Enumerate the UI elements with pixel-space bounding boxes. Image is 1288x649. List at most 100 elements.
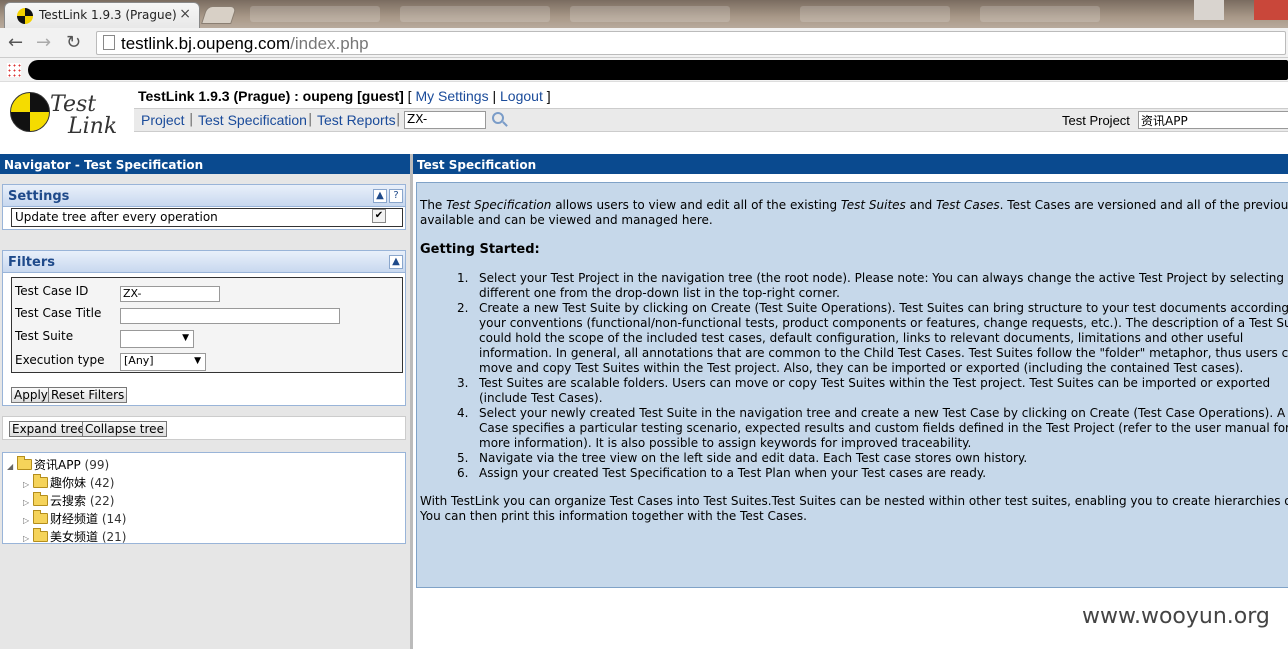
step-number: 5. (457, 451, 469, 465)
step-number: 1. (457, 271, 469, 285)
url-path: /index.php (290, 34, 369, 53)
chevron-down-icon: ▼ (194, 356, 201, 366)
forward-arrow-icon[interactable]: → (36, 32, 51, 53)
step-item: 6. Assign your created Test Specification… (457, 466, 1288, 481)
intro-line-1: The Test Specification allows users to v… (420, 198, 1288, 212)
step-number: 2. (457, 301, 469, 315)
intro-text: . Test Cases are versioned and all of th… (999, 198, 1288, 212)
tree-node-label: 趣你妹 (50, 476, 87, 490)
menu-project-link[interactable]: Project (141, 112, 185, 128)
outro-line-1: With TestLink you can organize Test Case… (420, 494, 1288, 508)
collapsed-icon[interactable]: ▷ (23, 498, 33, 507)
expanded-icon[interactable]: ◢ (7, 462, 17, 471)
update-tree-label: Update tree after every operation (15, 210, 218, 224)
blurred-tab[interactable] (800, 6, 950, 22)
intro-text: and (905, 198, 937, 212)
test-spec-tree: ◢ 资讯APP (99) ▷ 趣你妹 (42) ▷ 云搜索 (22) ▷ 财经频道 (1… (2, 452, 406, 544)
bracket-open: [ (403, 88, 416, 104)
back-arrow-icon[interactable]: ← (8, 32, 23, 53)
search-icon[interactable] (492, 112, 504, 124)
tree-node[interactable]: ▷ 云搜索 (22) (23, 492, 114, 510)
step-number: 3. (457, 376, 469, 390)
test-case-id-input[interactable]: ZX- (120, 286, 220, 302)
tree-node-count: (99) (84, 458, 110, 472)
step-line: move and copy Test Suites within the Tes… (479, 361, 1244, 375)
window-close-button[interactable] (1254, 0, 1288, 20)
address-bar[interactable]: testlink.bj.oupeng.com/index.php (96, 31, 1286, 55)
menu-test-specification-link[interactable]: Test Specification (198, 112, 307, 128)
step-line: Navigate via the tree view on the left s… (479, 451, 1028, 465)
tree-node-count: (14) (101, 512, 127, 526)
collapse-icon[interactable]: ▲ (373, 189, 387, 203)
collapsed-icon[interactable]: ▷ (23, 516, 33, 525)
help-icon[interactable]: ? (389, 189, 403, 203)
blurred-tab[interactable] (570, 6, 730, 22)
step-line: (include Test Cases). (479, 391, 603, 405)
collapse-icon[interactable]: ▲ (389, 255, 403, 269)
step-line: Case specifies a particular testing scen… (479, 421, 1288, 435)
step-item: 5. Navigate via the tree view on the left… (457, 451, 1288, 466)
test-suite-label: Test Suite (15, 329, 74, 343)
page-icon (103, 35, 115, 50)
blurred-tab[interactable] (980, 6, 1100, 22)
tree-node[interactable]: ▷ 美女频道 (21) (23, 528, 126, 546)
menu-separator: | (189, 112, 194, 127)
bracket-close: ] (542, 88, 551, 104)
bookmarks-bar (0, 58, 1288, 82)
browser-tab-active[interactable]: TestLink 1.9.3 (Prague) × (4, 2, 200, 28)
tree-node-label: 资讯APP (34, 458, 81, 472)
collapse-tree-button[interactable]: Collapse tree (82, 421, 167, 437)
my-settings-link[interactable]: My Settings (415, 88, 488, 104)
getting-started-steps: 1. Select your Test Project in the naviga… (457, 271, 1288, 481)
test-case-search-input[interactable]: ZX- (404, 111, 486, 129)
tree-node[interactable]: ▷ 趣你妹 (42) (23, 474, 114, 492)
collapsed-icon[interactable]: ▷ (23, 534, 33, 543)
tree-buttons-panel: Expand tree Collapse tree (2, 416, 406, 440)
logout-link[interactable]: Logout (500, 88, 543, 104)
tree-node[interactable]: ▷ 财经频道 (14) (23, 510, 126, 528)
menu-separator: | (308, 112, 313, 127)
apply-button[interactable]: Apply (11, 387, 51, 403)
logo-text-link: Link (68, 114, 118, 139)
execution-type-select[interactable]: [Any] ▼ (120, 353, 206, 371)
url-text: testlink.bj.oupeng.com/index.php (121, 34, 369, 54)
tree-node-label: 财经频道 (50, 512, 99, 526)
menu-test-reports-link[interactable]: Test Reports (317, 112, 396, 128)
update-tree-checkbox[interactable]: ✔ (372, 209, 386, 223)
test-project-select[interactable]: 资讯APP (1138, 111, 1288, 129)
testlink-logo: Test Link (10, 90, 120, 142)
blurred-tab[interactable] (400, 6, 550, 22)
test-spec-help: The Test Specification allows users to v… (416, 182, 1288, 588)
watermark: www.wooyun.org (1082, 604, 1270, 629)
folder-icon (33, 492, 48, 506)
step-number: 4. (457, 406, 469, 420)
folder-icon (33, 510, 48, 524)
tab-close-icon[interactable]: × (179, 6, 191, 22)
chevron-down-icon: ▼ (182, 333, 189, 343)
expand-tree-button[interactable]: Expand tree (9, 421, 88, 437)
reset-filters-button[interactable]: Reset Filters (48, 387, 128, 403)
filters-title: Filters (8, 255, 55, 270)
main-menu-bar: Project | Test Specification | Test Repo… (134, 108, 1288, 132)
browser-tab-bar: TestLink 1.9.3 (Prague) × (0, 0, 1288, 28)
folder-icon (33, 474, 48, 488)
window-minimize-button[interactable] (1194, 0, 1224, 20)
intro-text: The (420, 198, 447, 212)
intro-text: Test Suites (840, 198, 906, 212)
filters-header: Filters (3, 251, 405, 273)
step-item: 1. Select your Test Project in the naviga… (457, 271, 1288, 301)
tree-root-node[interactable]: ◢ 资讯APP (99) (7, 456, 109, 474)
blurred-tab[interactable] (250, 6, 380, 22)
test-suite-select[interactable]: ▼ (120, 330, 194, 348)
intro-text: Test Specification (446, 198, 552, 212)
apps-grid-icon[interactable] (7, 63, 21, 77)
new-tab-button[interactable] (201, 6, 237, 24)
execution-type-value: [Any] (124, 354, 154, 367)
reload-icon[interactable]: ↻ (66, 32, 81, 53)
tab-title: TestLink 1.9.3 (Prague) (39, 8, 177, 22)
step-line: more information). It is also possible t… (479, 436, 972, 450)
collapsed-icon[interactable]: ▷ (23, 480, 33, 489)
tree-node-label: 云搜索 (50, 494, 87, 508)
navigator-pane: Navigator - Test Specification Settings … (0, 154, 410, 649)
test-case-title-input[interactable] (120, 308, 340, 324)
